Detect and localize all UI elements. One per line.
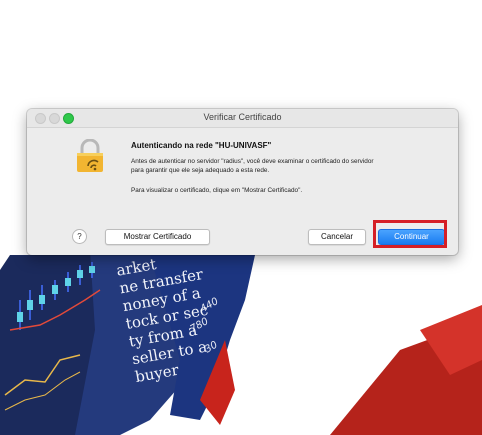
dialog-message: Antes de autenticar no servidor "radius"… — [131, 157, 449, 175]
cancel-button[interactable]: Cancelar — [308, 229, 366, 245]
lock-wifi-icon — [77, 139, 103, 172]
dialog-message-line: para garantir que ele seja adequado a es… — [131, 167, 270, 174]
continue-highlight-box — [373, 220, 447, 248]
show-certificate-button[interactable]: Mostrar Certificado — [105, 229, 210, 245]
dialog-message-line: Antes de autenticar no servidor "radius"… — [131, 158, 374, 165]
dialog-view-instructions: Para visualizar o certificado, clique em… — [131, 187, 303, 194]
dialog-heading: Autenticando na rede "HU-UNIVASF" — [131, 141, 272, 150]
dialog-titlebar: Verificar Certificado — [27, 109, 458, 128]
help-button[interactable]: ? — [72, 229, 87, 244]
dialog-title: Verificar Certificado — [203, 112, 282, 122]
